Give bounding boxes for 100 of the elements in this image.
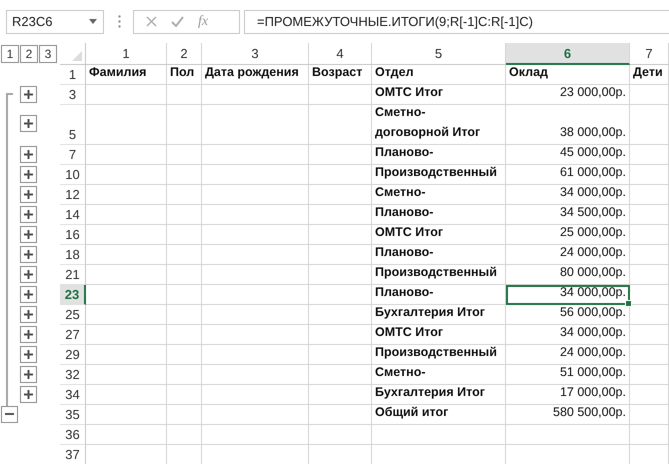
column-header[interactable]: 6 — [506, 43, 630, 65]
table-cell[interactable] — [309, 345, 372, 365]
table-cell[interactable]: Бухгалтерия Итог — [372, 305, 506, 325]
table-cell[interactable] — [630, 105, 669, 145]
table-cell[interactable]: Производственный — [372, 345, 506, 365]
formula-field[interactable]: =ПРОМЕЖУТОЧНЫЕ.ИТОГИ(9;R[-1]C:R[-1]C) — [244, 10, 669, 34]
table-cell[interactable]: Сметно- — [372, 365, 506, 385]
expand-button[interactable] — [20, 166, 37, 183]
cancel-icon[interactable] — [146, 16, 157, 27]
table-cell[interactable]: Фамилия — [86, 65, 167, 85]
table-cell[interactable] — [167, 325, 202, 345]
table-cell[interactable] — [630, 345, 669, 365]
table-cell[interactable] — [630, 265, 669, 285]
table-cell[interactable] — [167, 385, 202, 405]
table-cell[interactable] — [167, 225, 202, 245]
table-cell[interactable]: 45 000,00р. — [506, 145, 630, 165]
table-cell[interactable] — [86, 325, 167, 345]
table-cell[interactable]: 580 500,00р. — [506, 405, 630, 425]
table-cell[interactable] — [167, 165, 202, 185]
column-header[interactable]: 2 — [167, 43, 202, 65]
row-header[interactable]: 27 — [60, 325, 86, 345]
table-cell[interactable] — [167, 145, 202, 165]
table-cell[interactable]: ОМТС Итог — [372, 225, 506, 245]
table-cell[interactable]: 56 000,00р. — [506, 305, 630, 325]
table-cell[interactable] — [167, 85, 202, 105]
table-cell[interactable] — [630, 165, 669, 185]
table-cell[interactable]: Планово- — [372, 285, 506, 305]
expand-button[interactable] — [20, 186, 37, 203]
table-cell[interactable] — [630, 385, 669, 405]
table-cell[interactable] — [86, 105, 167, 145]
table-cell[interactable] — [630, 285, 669, 305]
table-cell[interactable] — [167, 205, 202, 225]
table-cell[interactable] — [630, 305, 669, 325]
selected-cell[interactable]: 34 000,00р. — [506, 285, 630, 305]
table-cell[interactable]: 80 000,00р. — [506, 265, 630, 285]
table-cell[interactable] — [86, 345, 167, 365]
expand-button[interactable] — [20, 226, 37, 243]
table-cell[interactable] — [202, 165, 309, 185]
table-cell[interactable] — [86, 245, 167, 265]
row-header[interactable]: 35 — [60, 405, 86, 425]
table-cell[interactable]: Производственный — [372, 265, 506, 285]
expand-button[interactable] — [20, 386, 37, 403]
table-cell[interactable] — [630, 325, 669, 345]
table-cell[interactable]: Дети — [630, 65, 669, 85]
table-cell[interactable] — [86, 385, 167, 405]
table-cell[interactable]: Общий итог — [372, 405, 506, 425]
table-cell[interactable] — [167, 285, 202, 305]
table-cell[interactable]: Пол — [167, 65, 202, 85]
table-cell[interactable] — [630, 85, 669, 105]
table-cell[interactable] — [167, 405, 202, 425]
table-cell[interactable]: 24 000,00р. — [506, 345, 630, 365]
table-cell[interactable] — [309, 225, 372, 245]
check-icon[interactable] — [171, 16, 184, 27]
table-cell[interactable] — [86, 425, 167, 445]
expand-button[interactable] — [20, 286, 37, 303]
table-cell[interactable]: Бухгалтерия Итог — [372, 385, 506, 405]
expand-button[interactable] — [20, 86, 37, 103]
row-header[interactable]: 25 — [60, 305, 86, 325]
table-cell[interactable]: Возраст — [309, 65, 372, 85]
table-cell[interactable] — [167, 365, 202, 385]
table-cell[interactable] — [309, 165, 372, 185]
table-cell[interactable] — [309, 145, 372, 165]
table-cell[interactable] — [202, 425, 309, 445]
table-cell[interactable]: 61 000,00р. — [506, 165, 630, 185]
table-cell[interactable] — [167, 105, 202, 145]
more-icon[interactable] — [118, 15, 121, 28]
table-cell[interactable] — [202, 405, 309, 425]
table-cell[interactable] — [630, 205, 669, 225]
table-cell[interactable] — [86, 305, 167, 325]
row-header[interactable]: 3 — [60, 85, 86, 105]
table-cell[interactable]: 34 000,00р. — [506, 325, 630, 345]
row-header[interactable]: 16 — [60, 225, 86, 245]
table-cell[interactable] — [202, 85, 309, 105]
table-cell[interactable] — [86, 185, 167, 205]
table-cell[interactable]: Отдел — [372, 65, 506, 85]
table-cell[interactable] — [309, 245, 372, 265]
expand-button[interactable] — [20, 206, 37, 223]
expand-button[interactable] — [20, 115, 37, 132]
table-cell[interactable]: Производственный — [372, 165, 506, 185]
name-box[interactable]: R23C6 — [6, 10, 104, 34]
expand-button[interactable] — [20, 366, 37, 383]
column-header[interactable]: 4 — [309, 43, 372, 65]
table-cell[interactable] — [630, 185, 669, 205]
table-cell[interactable]: Оклад — [506, 65, 630, 85]
table-cell[interactable] — [630, 365, 669, 385]
table-cell[interactable] — [630, 225, 669, 245]
table-cell[interactable]: 25 000,00р. — [506, 225, 630, 245]
column-header[interactable]: 7 — [630, 43, 669, 65]
table-cell[interactable] — [167, 305, 202, 325]
table-cell[interactable]: Дата рождения — [202, 65, 309, 85]
table-cell[interactable]: Планово- — [372, 205, 506, 225]
row-header[interactable]: 34 — [60, 385, 86, 405]
table-cell[interactable] — [309, 205, 372, 225]
table-cell[interactable] — [202, 265, 309, 285]
row-header[interactable]: 21 — [60, 265, 86, 285]
fill-handle[interactable] — [625, 300, 632, 307]
table-cell[interactable] — [309, 285, 372, 305]
row-header[interactable]: 23 — [60, 285, 86, 305]
table-cell[interactable]: Планово- — [372, 245, 506, 265]
table-cell[interactable] — [309, 405, 372, 425]
